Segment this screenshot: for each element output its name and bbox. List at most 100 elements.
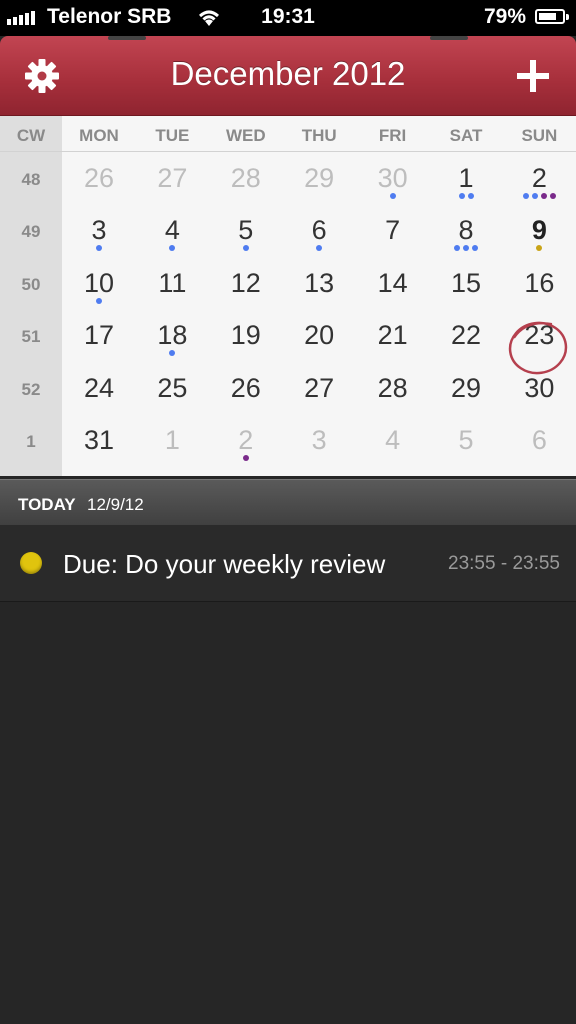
today-circle-marker (508, 321, 568, 375)
event-indicator-dots (356, 193, 430, 199)
day-cell[interactable]: 21 (356, 309, 430, 361)
day-number: 27 (157, 163, 188, 193)
event-dot (242, 245, 249, 252)
day-number: 11 (158, 267, 187, 298)
calendar-week-number: 1 (26, 432, 36, 451)
day-cell[interactable]: 10 (62, 257, 136, 309)
day-number: 1 (164, 425, 180, 455)
day-number: 2 (238, 425, 254, 455)
weekday-header-thu: THU (301, 126, 337, 145)
day-cell[interactable]: 17 (62, 309, 136, 361)
day-cell[interactable]: 8 (429, 204, 503, 256)
day-cell[interactable]: 5 (209, 204, 283, 256)
day-cell[interactable]: 24 (62, 362, 136, 414)
day-number: 7 (385, 215, 401, 246)
day-number: 17 (83, 320, 115, 351)
day-cell[interactable]: 13 (282, 257, 356, 309)
event-indicator-dots (429, 245, 503, 252)
day-cell[interactable]: 22 (429, 309, 503, 361)
calendar-header: December 2012 (0, 36, 576, 116)
day-cell[interactable]: 2 (502, 152, 576, 204)
day-cell-today[interactable]: 9 (502, 204, 576, 256)
day-number: 29 (304, 163, 335, 193)
day-cell[interactable]: 28 (356, 362, 430, 414)
day-number: 25 (157, 372, 188, 403)
day-cell[interactable]: 29 (282, 152, 356, 204)
day-number: 22 (450, 320, 482, 351)
day-cell[interactable]: 1 (135, 414, 209, 466)
day-cell[interactable]: 18 (135, 309, 209, 361)
weekday-header-sat: SAT (449, 126, 483, 145)
weekday-header-wed: WED (225, 126, 266, 145)
day-number: 5 (458, 425, 474, 455)
event-title: Due: Do your weekly review (63, 549, 386, 579)
event-indicator-dots (135, 245, 209, 252)
day-cell[interactable]: 27 (135, 152, 209, 204)
event-dot (96, 245, 102, 252)
day-cell[interactable]: 6 (502, 414, 576, 466)
day-cell[interactable]: 2 (209, 414, 283, 466)
day-cell[interactable]: 20 (282, 309, 356, 361)
day-cell[interactable]: 26 (62, 152, 136, 204)
event-dot (540, 193, 547, 199)
day-cell[interactable]: 3 (282, 414, 356, 466)
day-number: 8 (458, 215, 474, 246)
day-cell[interactable]: 6 (282, 204, 356, 256)
day-cell[interactable]: 12 (209, 257, 283, 309)
weekday-header-tue: TUE (155, 126, 190, 145)
event-dot (536, 245, 543, 252)
event-time: 23:55 - 23:55 (448, 553, 560, 574)
day-cell[interactable]: 26 (209, 362, 283, 414)
event-dot (169, 245, 176, 252)
event-indicator-dots (282, 245, 356, 252)
day-number: 19 (230, 320, 261, 351)
day-cell[interactable]: 4 (135, 204, 209, 256)
event-dot (242, 455, 249, 461)
today-label: TODAY (18, 495, 76, 514)
event-indicator-dots (502, 193, 576, 199)
day-number: 4 (164, 215, 180, 246)
event-dot (522, 193, 529, 199)
day-cell[interactable]: 1 (429, 152, 503, 204)
day-number: 28 (230, 163, 261, 193)
event-row[interactable]: Due: Do your weekly review 23:55 - 23:55 (0, 525, 576, 602)
day-cell[interactable]: 15 (429, 257, 503, 309)
status-bar: Telenor SRB 19:31 79% (0, 0, 576, 36)
event-indicator-dots (429, 193, 503, 199)
calendar-week-number: 49 (21, 222, 41, 242)
day-cell[interactable]: 29 (429, 362, 503, 414)
day-cell[interactable]: 16 (502, 257, 576, 309)
today-date: 12/9/12 (87, 495, 144, 514)
calendar-week-number: 51 (21, 327, 41, 347)
event-indicator-dots (62, 297, 136, 304)
day-number: 3 (91, 215, 107, 246)
day-cell[interactable]: 4 (356, 414, 430, 466)
day-number: 18 (157, 320, 188, 351)
day-cell[interactable]: 30 (356, 152, 430, 204)
today-section-header: TODAY 12/9/12 (0, 479, 576, 525)
day-cell[interactable]: 14 (356, 257, 430, 309)
day-cell[interactable]: 25 (135, 362, 209, 414)
event-dot (467, 193, 474, 199)
add-event-button[interactable] (513, 56, 553, 96)
day-number: 26 (83, 163, 115, 193)
day-number: 6 (531, 425, 547, 455)
event-dot (316, 245, 323, 252)
day-cell[interactable]: 5 (429, 414, 503, 466)
day-number: 16 (524, 267, 555, 298)
day-cell[interactable]: 3 (62, 204, 136, 256)
day-cell[interactable]: 19 (209, 309, 283, 361)
day-cell[interactable]: 31 (62, 414, 136, 466)
day-number: 2 (531, 163, 547, 193)
day-number: 31 (83, 425, 115, 455)
weekday-header-cw: CW (16, 126, 46, 145)
day-number: 3 (311, 425, 327, 455)
event-indicator-dots (502, 245, 576, 252)
day-cell[interactable]: 27 (282, 362, 356, 414)
battery-percentage: 79% (483, 5, 526, 28)
day-cell[interactable]: 7 (356, 204, 430, 256)
day-cell[interactable]: 11 (135, 257, 209, 309)
day-number: 14 (377, 267, 408, 298)
day-number: 28 (377, 372, 408, 403)
day-cell[interactable]: 28 (209, 152, 283, 204)
